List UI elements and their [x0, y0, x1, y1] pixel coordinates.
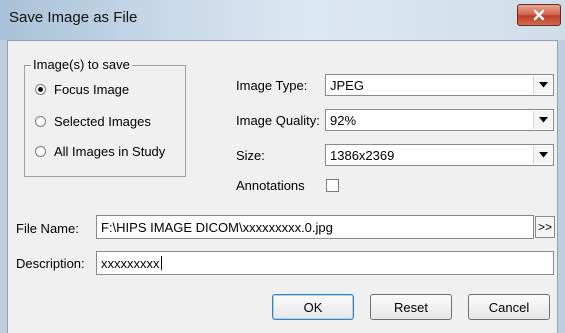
radio-focus-image[interactable]: Focus Image	[35, 80, 129, 98]
dropdown-arrow[interactable]	[533, 146, 552, 164]
cancel-button[interactable]: Cancel	[468, 294, 550, 320]
close-button[interactable]	[517, 4, 561, 26]
size-label: Size:	[236, 148, 265, 163]
image-type-select[interactable]: JPEG	[325, 74, 554, 96]
dialog-content: Image(s) to save Focus Image Selected Im…	[7, 40, 558, 333]
image-type-value: JPEG	[330, 78, 364, 93]
file-name-value: F:\HIPS IMAGE DICOM\xxxxxxxxx.0.jpg	[101, 220, 333, 235]
size-value: 1386x2369	[330, 148, 395, 163]
size-select[interactable]: 1386x2369	[325, 144, 554, 166]
chevron-down-icon	[538, 152, 548, 158]
image-quality-label: Image Quality:	[236, 113, 320, 128]
text-caret	[160, 256, 162, 270]
close-x-icon	[533, 9, 545, 21]
radio-all-images[interactable]: All Images in Study	[35, 142, 165, 160]
reset-button[interactable]: Reset	[370, 294, 452, 320]
description-label: Description:	[16, 256, 85, 271]
file-name-input[interactable]: F:\HIPS IMAGE DICOM\xxxxxxxxx.0.jpg	[96, 215, 534, 239]
radio-button[interactable]	[35, 145, 46, 157]
description-input[interactable]: xxxxxxxxx	[96, 251, 554, 275]
image-quality-value: 92%	[330, 113, 357, 128]
image-type-label: Image Type:	[236, 78, 308, 93]
description-value: xxxxxxxxx	[101, 256, 162, 271]
images-to-save-group: Image(s) to save Focus Image Selected Im…	[24, 57, 186, 177]
radio-label: Selected Images	[54, 113, 151, 129]
radio-button[interactable]	[35, 115, 46, 127]
radio-selected-images[interactable]: Selected Images	[35, 112, 151, 130]
ok-button[interactable]: OK	[272, 294, 354, 320]
window-title: Save Image as File	[9, 9, 138, 26]
save-image-dialog: Save Image as File Image(s) to save Focu…	[0, 0, 565, 333]
file-name-label: File Name:	[16, 221, 79, 236]
chevron-down-icon	[538, 117, 548, 123]
radio-label: Focus Image	[54, 81, 130, 97]
radio-label: All Images in Study	[54, 143, 166, 159]
dropdown-arrow[interactable]	[533, 76, 552, 94]
dropdown-arrow[interactable]	[533, 111, 552, 129]
image-quality-select[interactable]: 92%	[325, 109, 554, 131]
title-bar[interactable]: Save Image as File	[0, 0, 565, 40]
radio-button-checked[interactable]	[35, 83, 46, 95]
browse-button[interactable]: >>	[535, 216, 555, 238]
group-title: Image(s) to save	[31, 57, 132, 72]
description-text: xxxxxxxxx	[101, 256, 160, 271]
annotations-checkbox[interactable]	[326, 179, 339, 192]
annotations-label: Annotations	[236, 178, 305, 193]
chevron-down-icon	[538, 82, 548, 88]
